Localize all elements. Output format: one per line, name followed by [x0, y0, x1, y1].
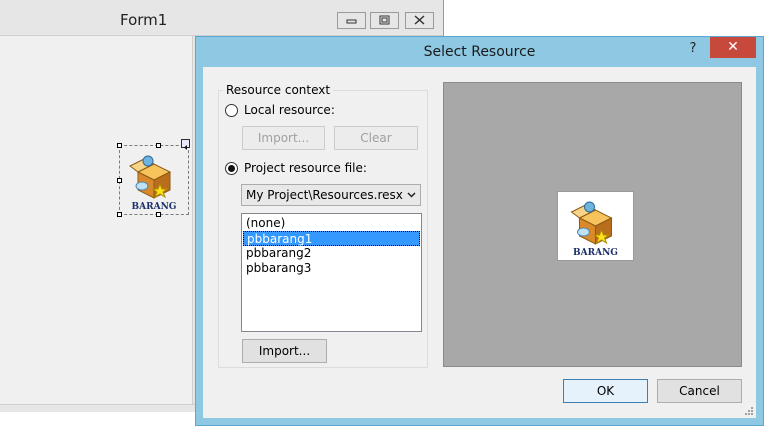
smart-tag-button[interactable]	[181, 139, 190, 150]
resource-context-legend: Resource context	[223, 83, 334, 97]
preview-caption: BARANG	[573, 248, 618, 258]
smart-tag-arrow-icon	[184, 145, 187, 150]
form1-bottom-frame	[0, 404, 200, 412]
resize-handle[interactable]	[156, 212, 161, 217]
resize-handle[interactable]	[117, 212, 122, 217]
project-resource-radio[interactable]	[225, 162, 238, 175]
minimize-icon	[346, 19, 357, 24]
project-import-button[interactable]: Import...	[242, 339, 327, 363]
list-item[interactable]: pbbarang2	[243, 246, 420, 261]
resize-handle[interactable]	[156, 143, 161, 148]
form1-title-bar: Form1	[0, 0, 444, 36]
clear-button[interactable]: Clear	[334, 126, 418, 150]
dialog-title-bar: Select Resource ? ✕	[196, 37, 763, 67]
chevron-down-icon	[407, 192, 416, 198]
cancel-button[interactable]: Cancel	[657, 379, 742, 403]
minimize-button[interactable]	[337, 12, 366, 29]
resource-file-combobox[interactable]: My Project\Resources.resx	[241, 184, 421, 206]
dialog-title: Select Resource	[423, 44, 536, 60]
preview-thumbnail: BARANG	[557, 191, 634, 261]
picture-box[interactable]: BARANG	[119, 145, 189, 215]
barang-box-icon: BARANG	[570, 201, 618, 258]
resource-listbox[interactable]: (none) pbbarang1 pbbarang2 pbbarang3	[241, 213, 422, 332]
project-resource-label[interactable]: Project resource file:	[244, 161, 367, 175]
dialog-close-button[interactable]: ✕	[710, 37, 756, 58]
radio-selected-dot	[228, 165, 235, 172]
form1-client-area[interactable]	[0, 36, 196, 404]
maximize-button[interactable]	[370, 12, 399, 29]
image-preview-pane: BARANG	[443, 82, 742, 367]
restore-icon	[379, 15, 390, 25]
select-resource-dialog: Select Resource ? ✕ Resource context Loc…	[195, 36, 764, 426]
local-import-button[interactable]: Import...	[242, 126, 325, 150]
resize-handle[interactable]	[117, 143, 122, 148]
form1-border	[443, 0, 444, 36]
close-icon	[414, 15, 425, 25]
help-button[interactable]: ?	[685, 41, 701, 59]
list-item[interactable]: (none)	[243, 216, 420, 231]
ok-button[interactable]: OK	[563, 379, 648, 403]
resource-file-value: My Project\Resources.resx	[246, 188, 403, 202]
form1-title: Form1	[120, 11, 168, 29]
resize-grip-icon[interactable]	[744, 406, 754, 416]
picture-box-caption: BARANG	[132, 202, 177, 212]
dialog-body: Resource context Local resource: Import.…	[203, 67, 756, 418]
list-item[interactable]: pbbarang3	[243, 261, 420, 276]
barang-box-icon: BARANG	[129, 155, 177, 212]
list-item-selected[interactable]: pbbarang1	[243, 231, 420, 246]
local-resource-radio[interactable]	[225, 104, 238, 117]
resize-handle[interactable]	[117, 178, 122, 183]
form1-close-button[interactable]	[405, 12, 434, 29]
local-resource-label[interactable]: Local resource:	[244, 103, 335, 117]
